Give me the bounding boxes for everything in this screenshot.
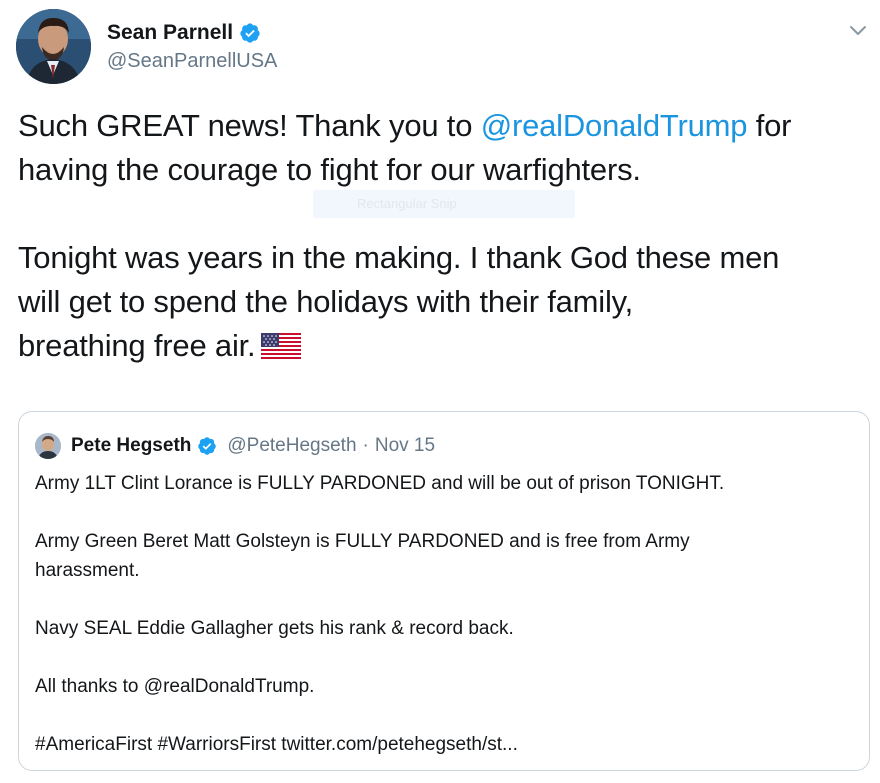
- quoted-separator: ·: [362, 435, 369, 456]
- avatar[interactable]: [16, 9, 91, 84]
- quoted-tweet-header: Pete Hegseth @PeteHegseth · Nov 15: [35, 432, 435, 460]
- tweet-line-5: breathing free air.: [18, 324, 878, 368]
- quoted-line: Army Green Beret Matt Golsteyn is FULLY …: [35, 531, 690, 552]
- quoted-line: Army 1LT Clint Lorance is FULLY PARDONED…: [35, 473, 725, 494]
- verified-badge-icon: [240, 23, 260, 43]
- avatar-photo: [16, 9, 91, 84]
- quoted-date: Nov 15: [374, 435, 436, 456]
- quoted-tweet[interactable]: Pete Hegseth @PeteHegseth · Nov 15 Army …: [18, 411, 870, 771]
- author-block: Sean Parnell @SeanParnellUSA: [107, 18, 277, 73]
- tweet-text: Such GREAT news! Thank you to @realDonal…: [18, 104, 878, 368]
- tweet-line-3: Tonight was years in the making. I thank…: [18, 240, 780, 275]
- chevron-down-icon: [850, 26, 866, 35]
- tweet-line-1-prefix: Such GREAT news! Thank you to: [18, 108, 481, 143]
- quoted-tweet-body: Army 1LT Clint Lorance is FULLY PARDONED…: [35, 469, 855, 759]
- quoted-line: All thanks to @realDonaldTrump.: [35, 676, 315, 697]
- tweet-line-2: having the courage to fight for our warf…: [18, 152, 641, 187]
- tweet-menu-button[interactable]: [846, 22, 870, 40]
- author-handle[interactable]: @SeanParnellUSA: [107, 50, 277, 73]
- quoted-display-name: Pete Hegseth: [71, 435, 192, 456]
- us-flag-icon: [261, 333, 302, 359]
- quoted-line: Navy SEAL Eddie Gallagher gets his rank …: [35, 618, 514, 639]
- author-name-row: Sean Parnell: [107, 18, 277, 48]
- quoted-avatar: [35, 433, 61, 459]
- quoted-avatar-photo: [35, 433, 61, 459]
- tweet-card: Sean Parnell @SeanParnellUSA Such GREAT …: [0, 0, 880, 783]
- verified-badge-icon: [198, 437, 217, 455]
- tweet-line-4: will get to spend the holidays with thei…: [18, 284, 634, 319]
- quoted-line: #AmericaFirst #WarriorsFirst twitter.com…: [35, 734, 518, 755]
- tweet-line-5-text: breathing free air.: [18, 328, 256, 363]
- author-display-name[interactable]: Sean Parnell: [107, 21, 233, 45]
- tweet-line-1-suffix: for: [747, 108, 792, 143]
- quoted-handle: @PeteHegseth: [227, 435, 357, 456]
- snip-tool-overlay: Rectangular Snip: [313, 190, 575, 218]
- tweet-line-1: Such GREAT news! Thank you to @realDonal…: [18, 104, 878, 148]
- mention-link[interactable]: @realDonaldTrump: [481, 108, 748, 143]
- quoted-line: harassment.: [35, 560, 140, 581]
